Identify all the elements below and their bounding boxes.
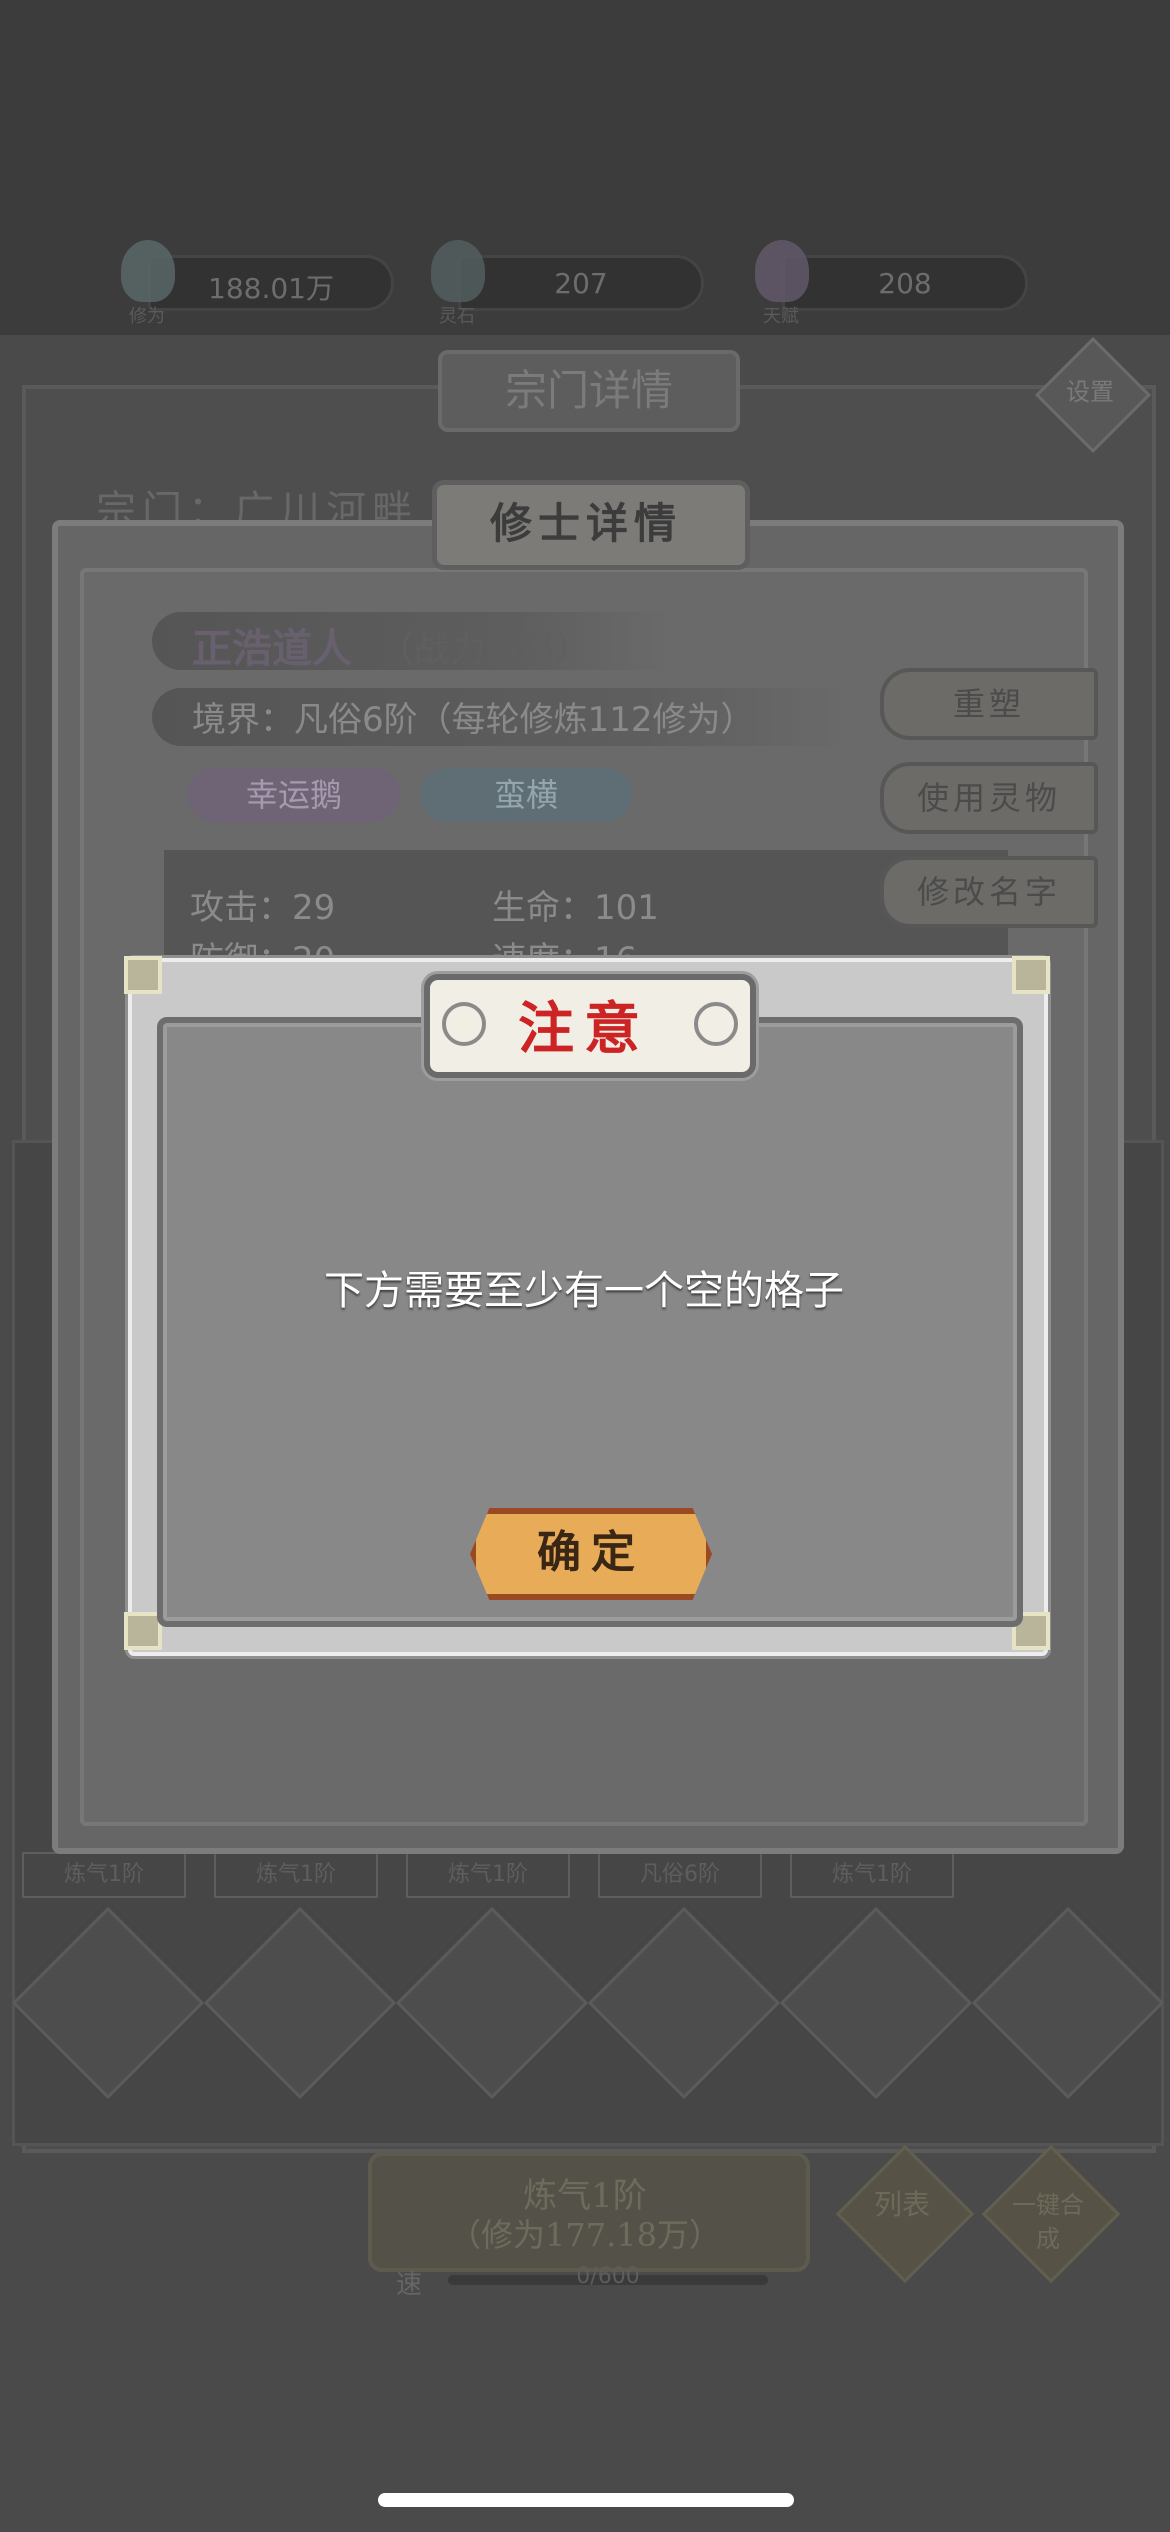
home-indicator[interactable]	[378, 2493, 794, 2507]
dialog-corner	[1012, 956, 1050, 994]
stat-hp: 生命：101	[492, 888, 659, 928]
detail-title: 修士详情	[489, 499, 682, 548]
sect-title: 宗门详情	[438, 350, 740, 432]
trait-tag: 幸运鹅	[188, 768, 400, 822]
slot-label: 炼气1阶	[214, 1852, 378, 1898]
resource-caption: 天赋	[763, 306, 799, 327]
cultivator-power: （战力383）	[378, 629, 591, 670]
resource-value: 208	[878, 267, 932, 300]
cultivator-name: 正浩道人	[192, 625, 352, 672]
resource-value: 188.01万	[208, 272, 334, 305]
trait-tag: 蛮横	[420, 768, 632, 822]
progress-label: 速	[396, 2270, 423, 2300]
resource-spirit-stone: 207 灵石	[431, 240, 704, 327]
resource-cultivation: 188.01万 修为	[121, 240, 394, 327]
settings-label: 设置	[1066, 378, 1114, 406]
slot-label: 炼气1阶	[790, 1852, 954, 1898]
confirm-label: 确定	[537, 1527, 645, 1578]
list-label: 列表	[873, 2188, 930, 2221]
cultivator-realm: 境界：凡俗6阶（每轮修炼112修为）	[192, 700, 755, 740]
rename-button[interactable]: 修改名字	[880, 856, 1098, 928]
cultivate-cost: （修为177.18万）	[449, 2216, 721, 2254]
reshape-button[interactable]: 重塑	[880, 668, 1098, 740]
dialog-message: 下方需要至少有一个空的格子	[324, 1268, 844, 1314]
slot-label: 炼气1阶	[406, 1852, 570, 1898]
slot-label: 凡俗6阶	[598, 1852, 762, 1898]
merge-all-label: 一键合成	[1012, 2191, 1084, 2253]
resource-talent: 208 天赋	[755, 240, 1028, 327]
resource-caption: 修为	[129, 306, 165, 327]
dialog-title: 注意	[518, 996, 650, 1062]
progress-value: 0/600	[576, 2264, 640, 2289]
slot-label: 炼气1阶	[22, 1852, 186, 1898]
resource-value: 207	[554, 267, 608, 300]
stat-attack: 攻击：29	[190, 888, 336, 928]
use-spirit-item-button[interactable]: 使用灵物	[880, 762, 1098, 834]
dialog-corner	[124, 956, 162, 994]
resource-caption: 灵石	[439, 306, 475, 327]
